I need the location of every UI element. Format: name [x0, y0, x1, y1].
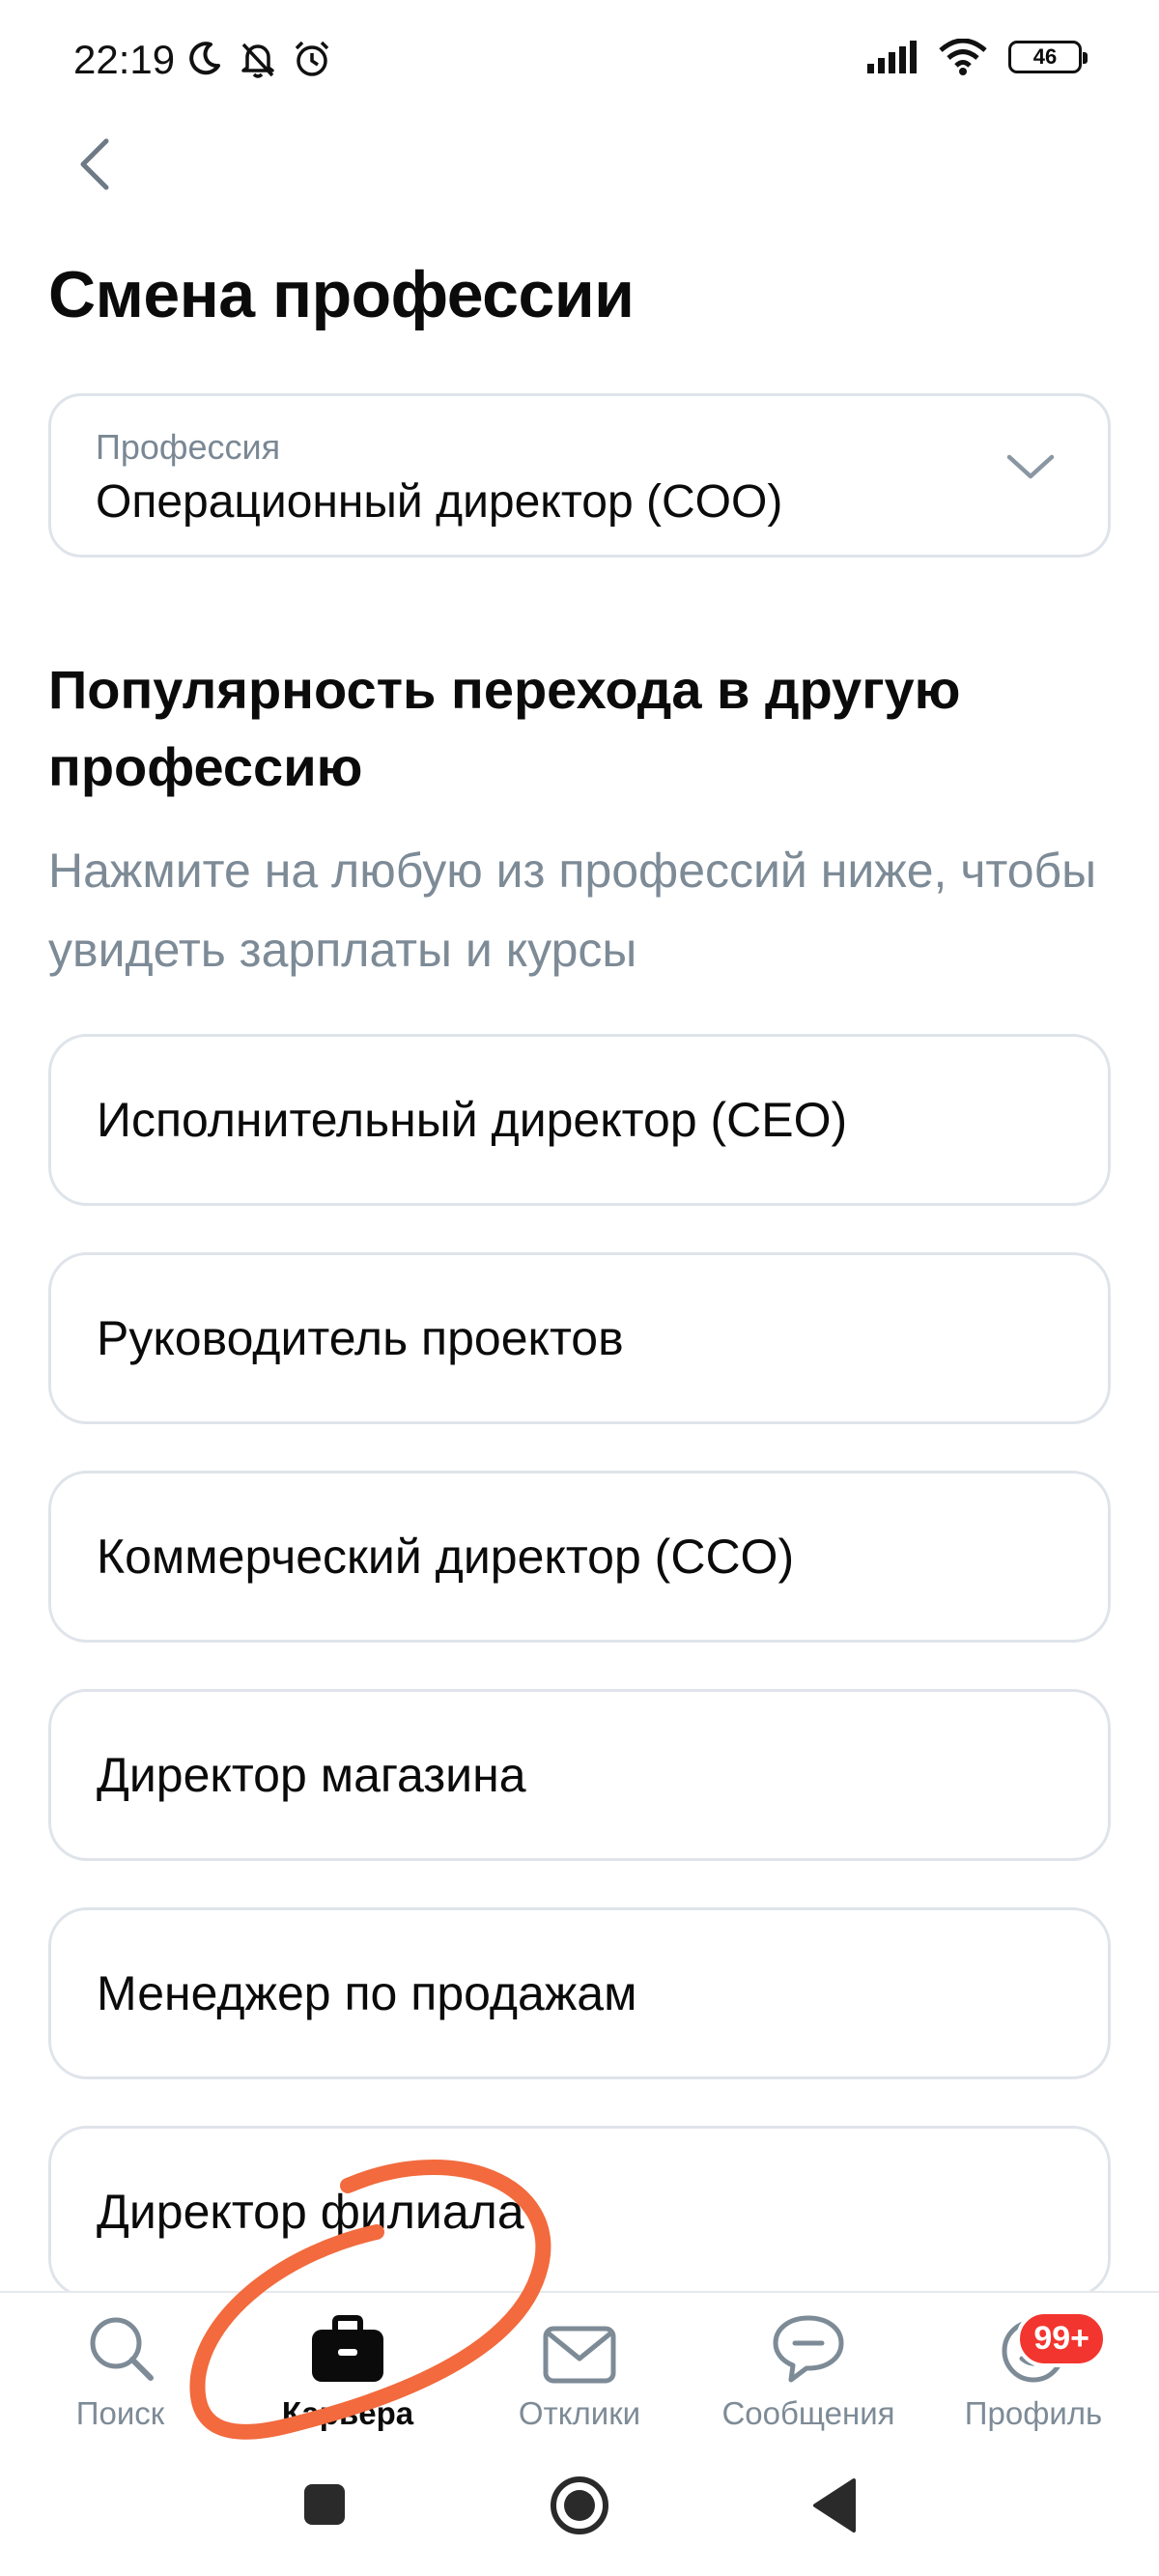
battery-level: 46 [1032, 44, 1058, 69]
profession-select-label: Профессия [96, 427, 281, 467]
chevron-down-icon [1006, 454, 1055, 479]
tab-responses[interactable]: Отклики [514, 2293, 645, 2438]
profession-list: Исполнительный директор (CEO) Руководите… [48, 1034, 1111, 2344]
bell-off-icon [241, 43, 274, 78]
page-title: Смена профессии [48, 258, 635, 331]
profession-item[interactable]: Руководитель проектов [48, 1252, 1111, 1424]
recents-square-icon[interactable] [302, 2482, 347, 2527]
signal-icon [867, 41, 917, 73]
status-time: 22:19 [73, 37, 176, 82]
status-icons-right: 46 [865, 39, 1088, 75]
profession-item[interactable]: Менеджер по продажам [48, 1907, 1111, 2079]
profession-item[interactable]: Директор филиала [48, 2126, 1111, 2298]
profession-item[interactable]: Коммерческий директор (CCO) [48, 1471, 1111, 1643]
tab-search[interactable]: Поиск [60, 2293, 181, 2438]
profession-select-value: Операционный директор (COO) [96, 476, 783, 528]
bottom-tab-bar: Поиск Карьера Отклики Сообщения 99+ Проф… [0, 2291, 1159, 2438]
battery-icon: 46 [1008, 41, 1088, 73]
section-hint: Нажмите на любую из профессий ниже, чтоб… [48, 844, 1097, 977]
back-triangle-icon[interactable] [811, 2478, 856, 2533]
status-icons-left [185, 39, 332, 79]
profile-badge: 99+ [1016, 2310, 1107, 2367]
chat-bubble-icon [773, 2315, 844, 2383]
tab-career[interactable]: Карьера [275, 2293, 420, 2438]
status-bar: 22:19 46 [0, 0, 1159, 126]
alarm-icon [295, 41, 329, 76]
profession-item[interactable]: Директор магазина [48, 1689, 1111, 1861]
tab-messages[interactable]: Сообщения [717, 2293, 900, 2438]
envelope-icon [543, 2326, 616, 2384]
briefcase-icon [312, 2315, 383, 2382]
tab-profile[interactable]: 99+ Профиль [961, 2293, 1107, 2438]
profession-select[interactable]: Профессия Операционный директор (COO) [48, 393, 1111, 558]
search-icon [90, 2317, 154, 2381]
tab-responses-label: Отклики [518, 2395, 641, 2431]
back-button[interactable] [56, 126, 133, 203]
tab-search-label: Поиск [75, 2395, 165, 2431]
home-circle-icon[interactable] [549, 2475, 610, 2536]
moon-icon [189, 42, 220, 75]
system-nav-bar [0, 2436, 1159, 2576]
section-title: Популярность перехода в другую профессию [48, 659, 961, 797]
tab-messages-label: Сообщения [721, 2395, 895, 2431]
tab-profile-label: Профиль [964, 2395, 1103, 2431]
chevron-left-icon [80, 138, 109, 190]
profession-item[interactable]: Исполнительный директор (CEO) [48, 1034, 1111, 1206]
wifi-icon [939, 39, 987, 75]
tab-career-label: Карьера [281, 2395, 414, 2431]
